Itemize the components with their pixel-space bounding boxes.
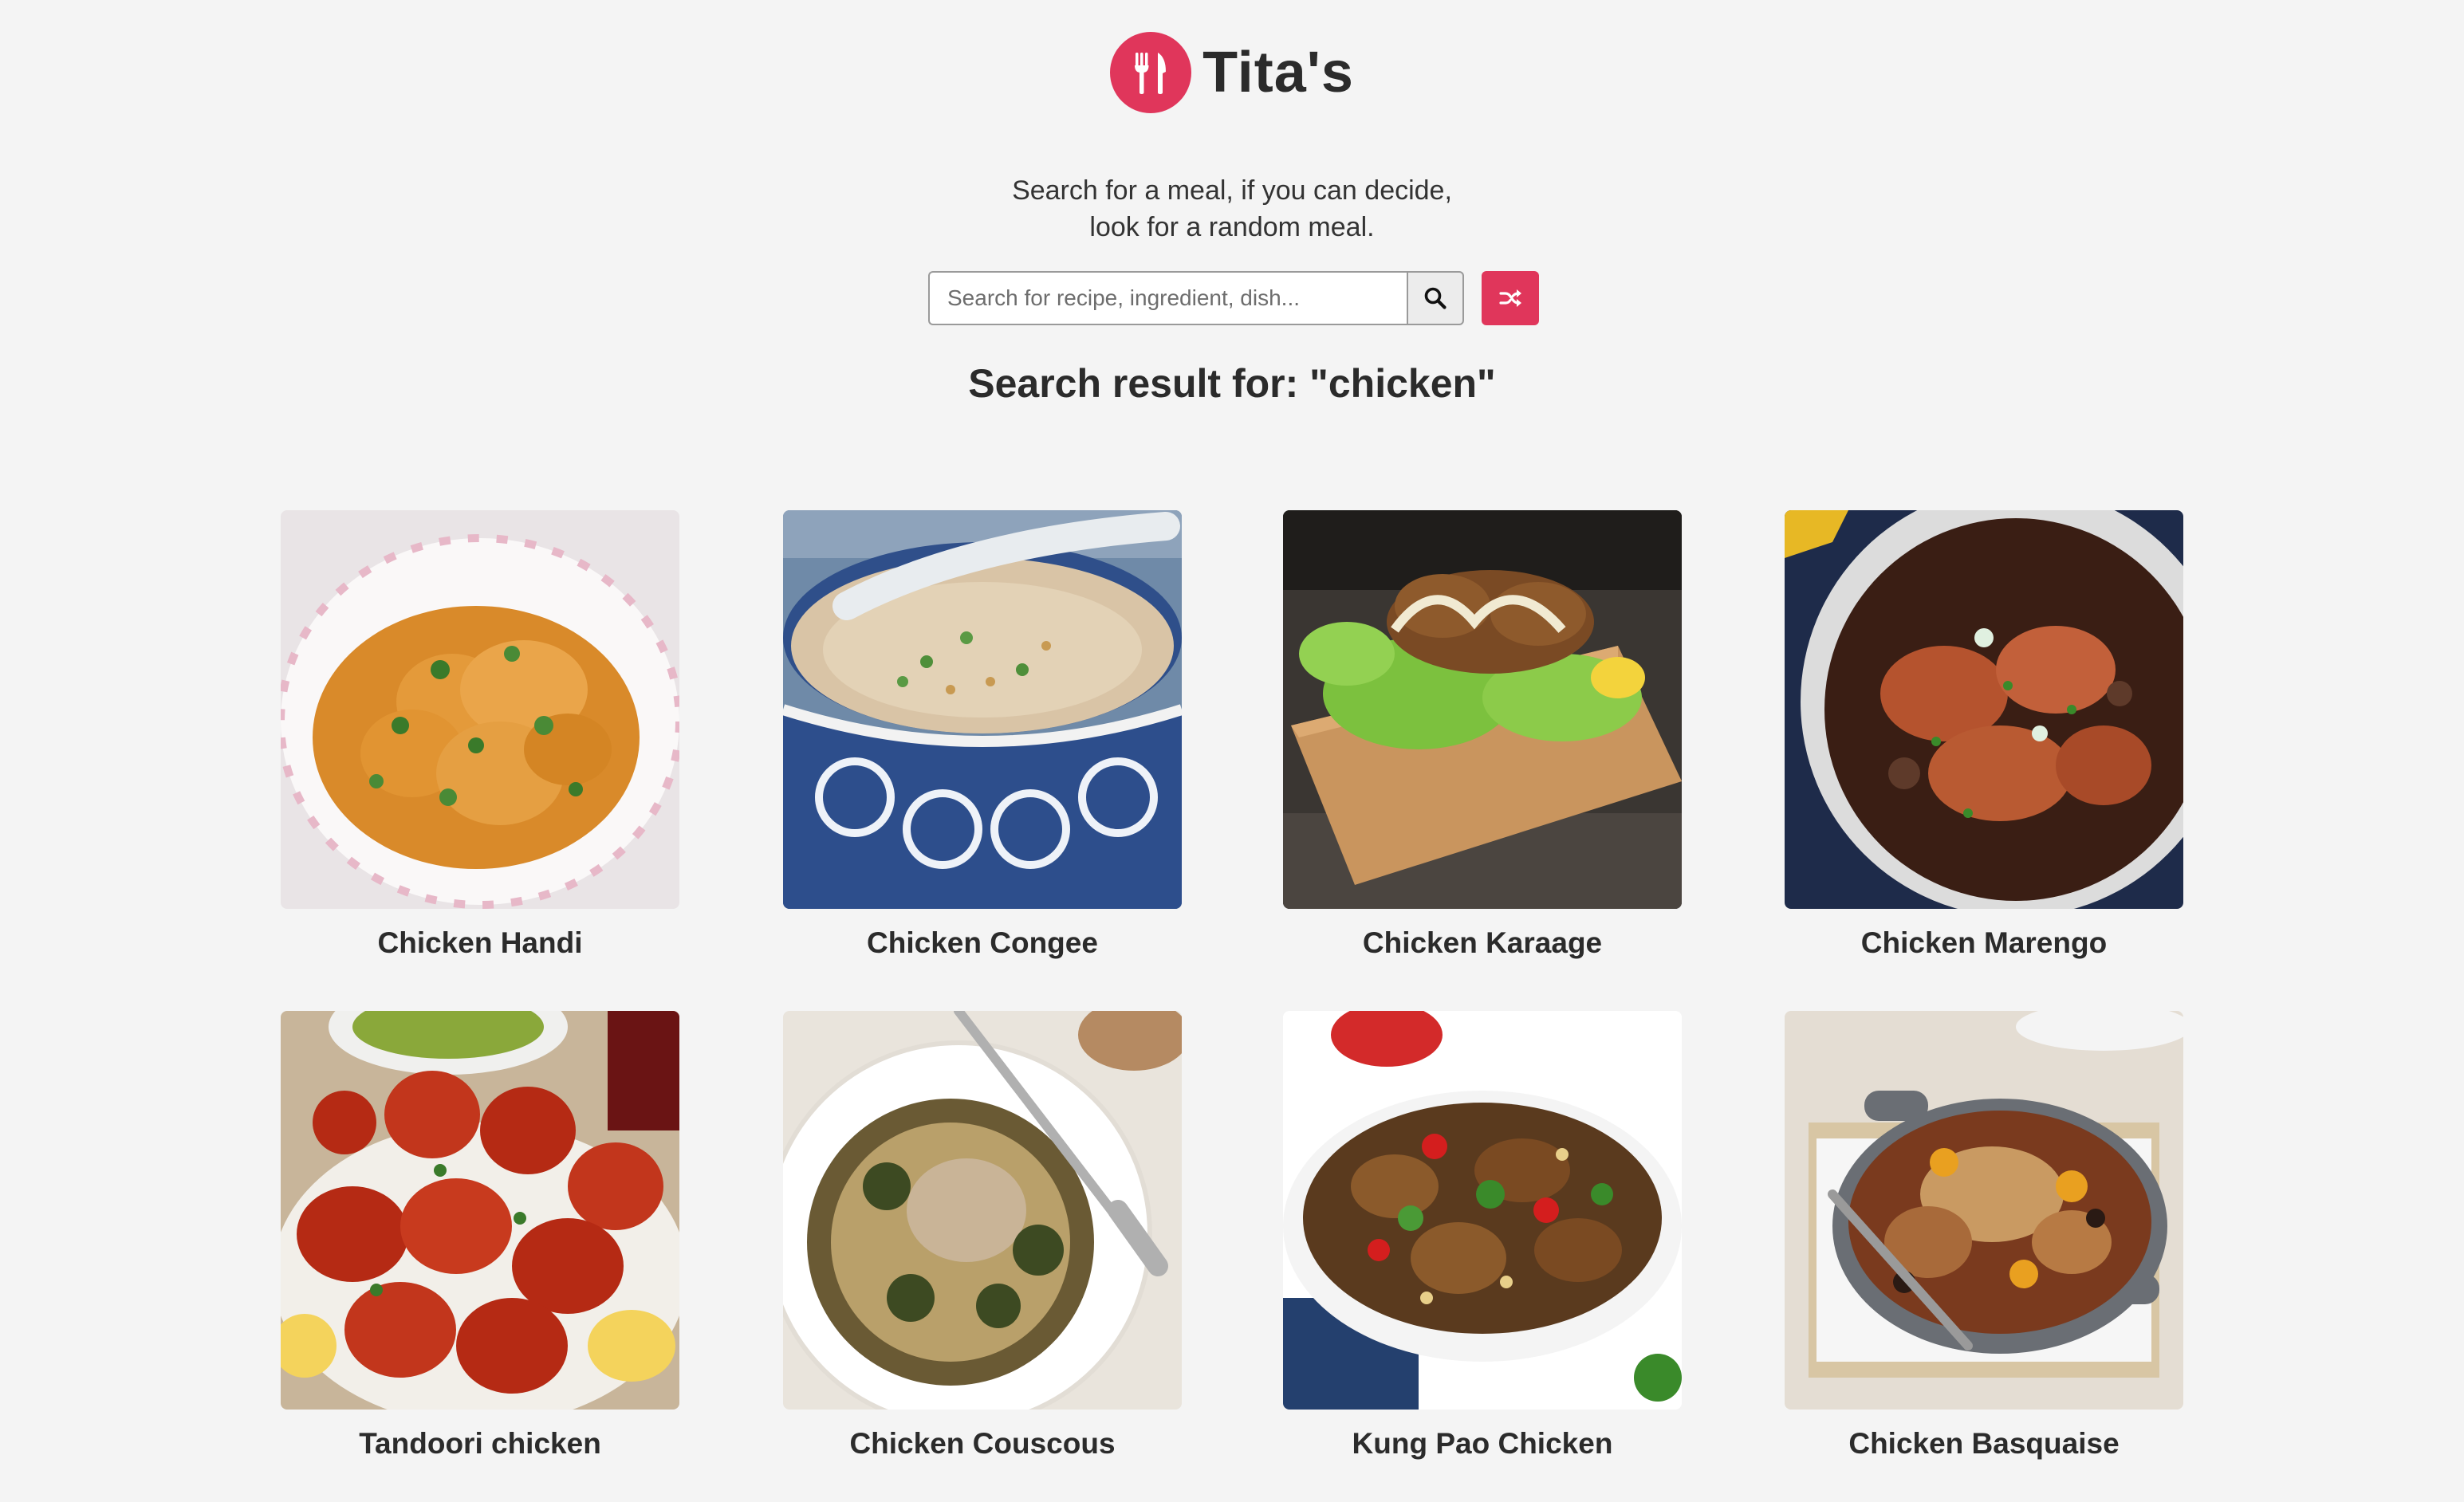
tagline-line-2: look for a random meal. [1089,212,1375,242]
meal-title[interactable]: Tandoori chicken [281,1427,679,1461]
tagline-line-1: Search for a meal, if you can decide, [1012,175,1452,206]
search-result-heading: Search result for: "chicken" [0,360,2464,407]
meal-image[interactable] [281,1011,679,1410]
meal-image[interactable] [1283,1011,1682,1410]
meal-card[interactable]: Chicken Handi [281,510,679,960]
meal-card[interactable]: Chicken Congee [783,510,1182,960]
brand-header: Tita's [0,32,2464,113]
shuffle-icon [1499,289,1521,307]
search-bar [928,271,1539,325]
meal-image[interactable] [783,510,1182,909]
meal-title[interactable]: Kung Pao Chicken [1283,1427,1682,1461]
meal-card[interactable]: Chicken Karaage [1283,510,1682,960]
meal-card[interactable]: Chicken Marengo [1785,510,2183,960]
random-meal-button[interactable] [1482,271,1539,325]
meal-title[interactable]: Chicken Handi [281,926,679,960]
meal-image[interactable] [281,510,679,909]
search-input[interactable] [928,271,1407,325]
meal-card[interactable]: Chicken Basquaise [1785,1011,2183,1461]
meal-card[interactable]: Tandoori chicken [281,1011,679,1461]
meal-image[interactable] [1785,510,2183,909]
search-button[interactable] [1407,271,1464,325]
meal-card[interactable]: Chicken Couscous [783,1011,1182,1461]
page: Tita's Search for a meal, if you can dec… [0,0,2464,1502]
meal-title[interactable]: Chicken Basquaise [1785,1427,2183,1461]
fork-knife-icon [1110,32,1192,113]
meal-image[interactable] [1283,510,1682,909]
meal-image[interactable] [783,1011,1182,1410]
result-prefix: Search result for: [968,361,1310,406]
result-query: "chicken" [1309,361,1496,406]
meal-image[interactable] [1785,1011,2183,1410]
brand-name: Tita's [1202,41,1354,104]
meal-title[interactable]: Chicken Karaage [1283,926,1682,960]
tagline: Search for a meal, if you can decide, lo… [0,172,2464,246]
meal-title[interactable]: Chicken Couscous [783,1427,1182,1461]
meal-title[interactable]: Chicken Marengo [1785,926,2183,960]
meal-card[interactable]: Kung Pao Chicken [1283,1011,1682,1461]
search-icon [1424,287,1447,309]
meal-title[interactable]: Chicken Congee [783,926,1182,960]
